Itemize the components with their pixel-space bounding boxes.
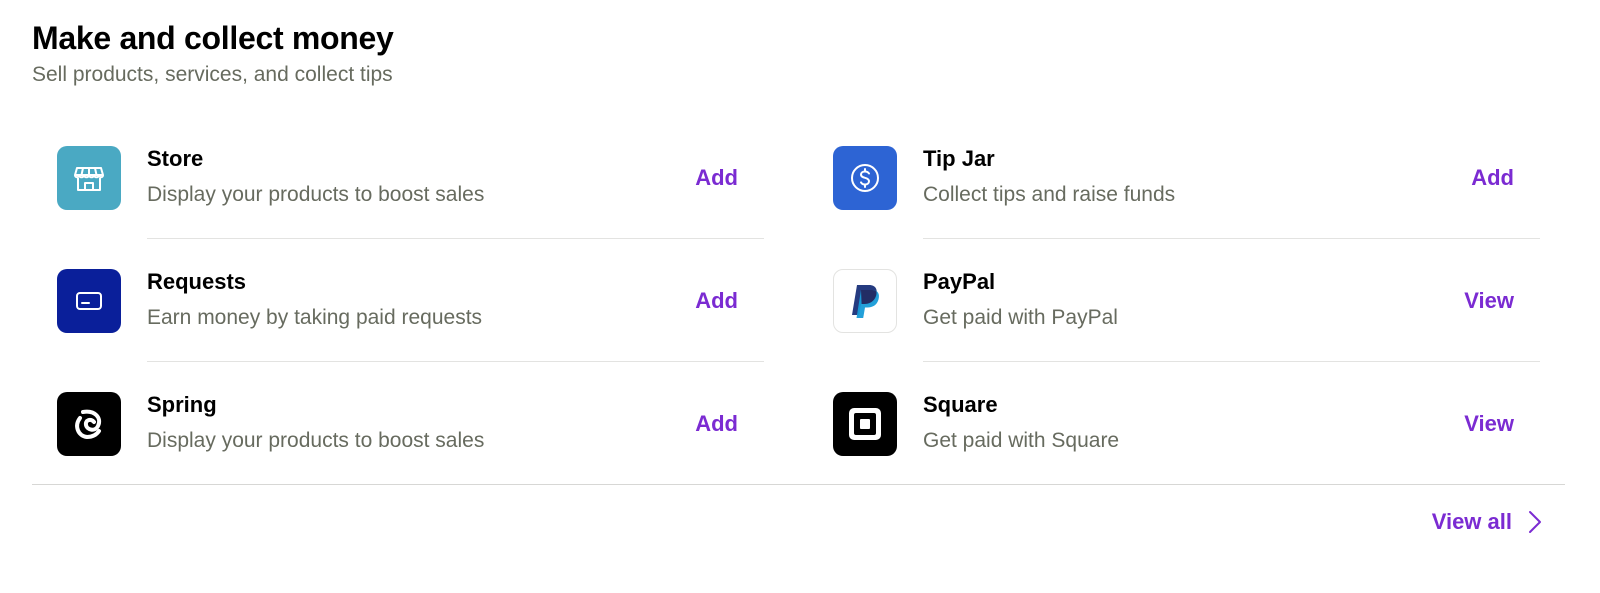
paypal-logo-icon [833,269,897,333]
list-item-text: Spring Display your products to boost sa… [147,389,484,458]
item-name: Square [923,392,998,417]
add-store-button[interactable]: Add [695,160,738,196]
add-tip-jar-button[interactable]: Add [1471,160,1514,196]
item-name: PayPal [923,269,996,294]
section-subtitle: Sell products, services, and collect tip… [32,63,393,86]
list-item-requests: Requests Earn money by taking paid reque… [57,239,764,362]
list-item-spring: Spring Display your products to boost sa… [57,362,764,485]
section-divider [32,484,1565,485]
chevron-right-icon [1528,510,1542,534]
item-description: Collect tips and raise funds [923,183,1176,206]
right-integrations-list: Tip Jar Collect tips and raise funds Add… [833,116,1540,485]
credit-card-icon [57,269,121,333]
view-paypal-button[interactable]: View [1464,283,1514,319]
item-description: Get paid with Square [923,429,1120,452]
view-square-button[interactable]: View [1464,406,1514,442]
add-requests-button[interactable]: Add [695,283,738,319]
list-item-text: Store Display your products to boost sal… [147,143,484,212]
item-name: Requests [147,269,247,294]
item-description: Display your products to boost sales [147,183,485,206]
add-spring-button[interactable]: Add [695,406,738,442]
item-description: Display your products to boost sales [147,429,485,452]
list-item-text: Requests Earn money by taking paid reque… [147,266,482,335]
view-all-label: View all [1431,509,1512,534]
list-item-text: Tip Jar Collect tips and raise funds [923,143,1175,212]
view-all-link[interactable]: View all [1432,504,1542,540]
item-description: Earn money by taking paid requests [147,306,483,329]
list-item-store: Store Display your products to boost sal… [57,116,764,239]
item-description: Get paid with PayPal [923,306,1118,329]
left-integrations-list: Store Display your products to boost sal… [57,116,764,485]
section-title: Make and collect money [32,20,394,56]
store-icon [57,146,121,210]
list-item-square: Square Get paid with Square View [833,362,1540,485]
dollar-circle-icon [833,146,897,210]
list-item-text: Square Get paid with Square [923,389,1119,458]
list-item-text: PayPal Get paid with PayPal [923,266,1118,335]
list-item-tip-jar: Tip Jar Collect tips and raise funds Add [833,116,1540,239]
section-header: Make and collect money Sell products, se… [32,18,394,92]
square-logo-icon [833,392,897,456]
item-name: Spring [147,392,217,417]
spring-logo-icon [57,392,121,456]
list-item-paypal: PayPal Get paid with PayPal View [833,239,1540,362]
item-name: Store [147,146,204,171]
item-name: Tip Jar [923,146,995,171]
